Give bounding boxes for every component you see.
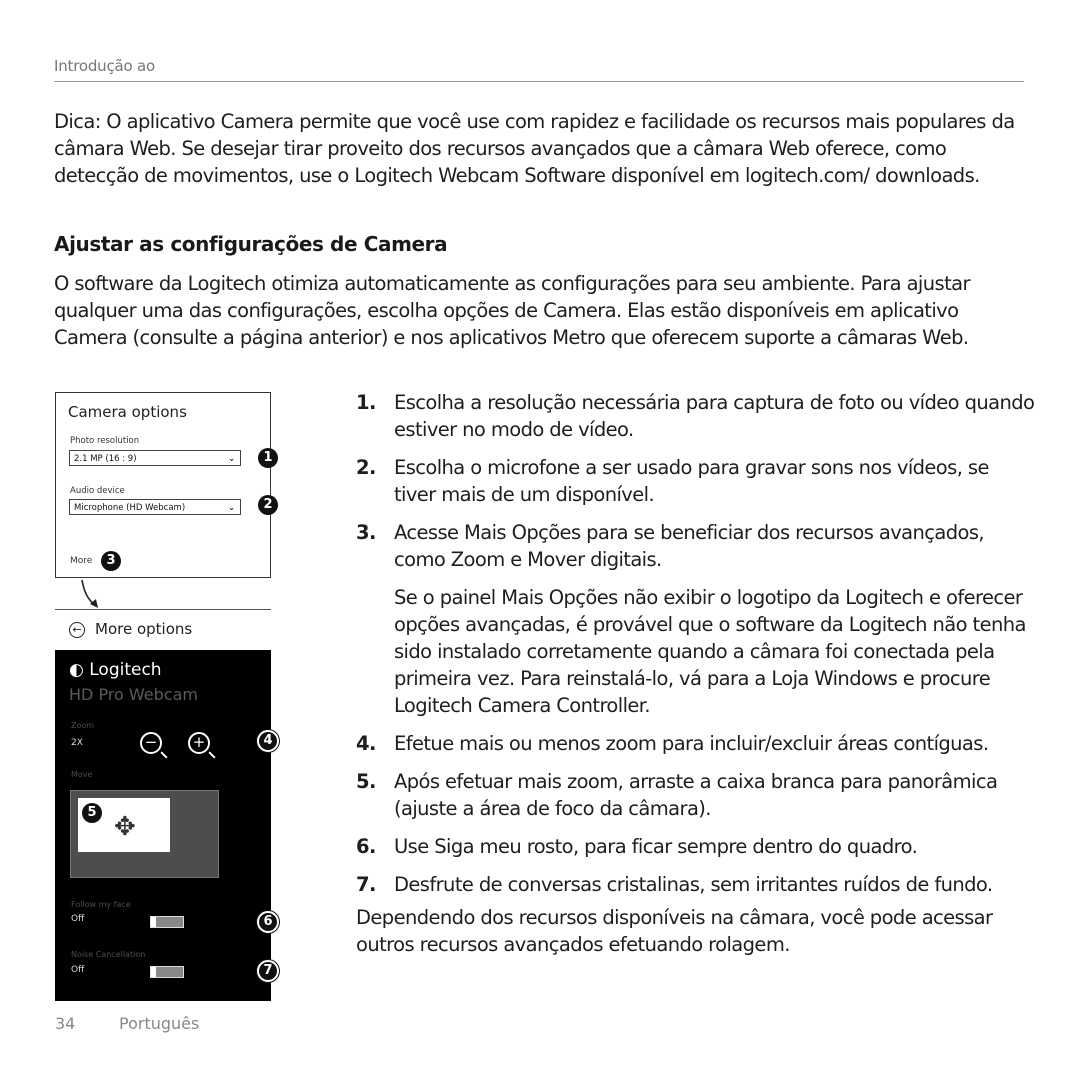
step-note: Se o painel Mais Opções não exibir o log… — [394, 586, 1026, 717]
running-header: Introdução ao — [54, 57, 1024, 82]
logitech-controls: ◐ Logitech HD Pro Webcam Zoom 2X − + Mov… — [55, 650, 271, 1001]
more-options-header: ← More options — [55, 609, 271, 650]
logitech-logo: ◐ Logitech — [69, 660, 162, 680]
callout-7: 7 — [257, 960, 279, 982]
camera-options-panel: Camera options Photo resolution 2.1 MP (… — [55, 392, 271, 578]
photo-resolution-label: Photo resolution — [70, 436, 140, 446]
callout-6: 6 — [257, 911, 279, 933]
step-item: 6. Use Siga meu rosto, para ficar sempre … — [356, 835, 918, 858]
zoom-label: Zoom — [71, 721, 95, 730]
photo-resolution-value: 2.1 MP (16 : 9) — [74, 454, 137, 464]
chevron-down-icon: ⌄ — [228, 454, 235, 463]
camera-options-title: Camera options — [68, 403, 187, 421]
toggle-knob — [151, 967, 156, 977]
steps-list: 1. Escolha a resolução necessária para ca… — [356, 389, 1036, 909]
step-item: 2. Escolha o microfone a ser usado para g… — [356, 456, 989, 506]
noise-cancellation-label: Noise Cancellation — [71, 950, 146, 959]
zoom-out-icon[interactable]: − — [140, 732, 162, 754]
step-item: 7. Desfrute de conversas cristalinas, sem… — [356, 873, 993, 896]
more-link[interactable]: More — [70, 556, 92, 566]
page-number: 34 — [55, 1014, 76, 1033]
noise-cancellation-value: Off — [71, 965, 85, 975]
follow-face-label: Follow my face — [71, 900, 131, 909]
tip-paragraph: Dica: O aplicativo Camera permite que vo… — [54, 110, 1015, 187]
brand-name: Logitech — [89, 660, 162, 680]
camera-model: HD Pro Webcam — [69, 685, 198, 704]
intro-paragraph: O software da Logitech otimiza automatic… — [54, 272, 970, 349]
more-options-title: More options — [95, 620, 193, 638]
arrow-icon — [81, 579, 98, 608]
step-item: 5. Após efetuar mais zoom, arraste a caix… — [356, 770, 998, 820]
move-icon: ✥ — [114, 812, 136, 842]
callout-2: 2 — [258, 495, 278, 515]
step-item: 4. Efetue mais ou menos zoom para incluir… — [356, 732, 989, 755]
zoom-value: 2X — [71, 738, 83, 748]
noise-cancellation-toggle[interactable] — [150, 966, 184, 978]
photo-resolution-select[interactable]: 2.1 MP (16 : 9) ⌄ — [69, 450, 241, 466]
audio-device-select[interactable]: Microphone (HD Webcam) ⌄ — [69, 499, 241, 515]
back-arrow-icon[interactable]: ← — [69, 622, 85, 638]
section-title: Ajustar as configurações de Camera — [54, 232, 448, 256]
callout-3: 3 — [101, 551, 121, 571]
footer-language: Português — [119, 1014, 200, 1033]
closing-paragraph: Dependendo dos recursos disponíveis na c… — [356, 906, 993, 956]
follow-face-toggle[interactable] — [150, 916, 184, 928]
audio-device-label: Audio device — [70, 486, 125, 496]
step-item: 1. Escolha a resolução necessária para ca… — [356, 391, 1035, 441]
zoom-in-icon[interactable]: + — [188, 732, 210, 754]
follow-face-value: Off — [71, 914, 85, 924]
move-label: Move — [71, 770, 93, 779]
step-item: 3. Acesse Mais Opções para se beneficiar … — [356, 519, 1036, 719]
callout-4: 4 — [257, 730, 279, 752]
audio-device-value: Microphone (HD Webcam) — [74, 503, 186, 513]
chevron-down-icon: ⌄ — [228, 503, 235, 512]
callout-1: 1 — [258, 448, 278, 468]
logitech-icon: ◐ — [69, 660, 84, 680]
toggle-knob — [151, 917, 156, 927]
callout-5: 5 — [82, 803, 102, 823]
